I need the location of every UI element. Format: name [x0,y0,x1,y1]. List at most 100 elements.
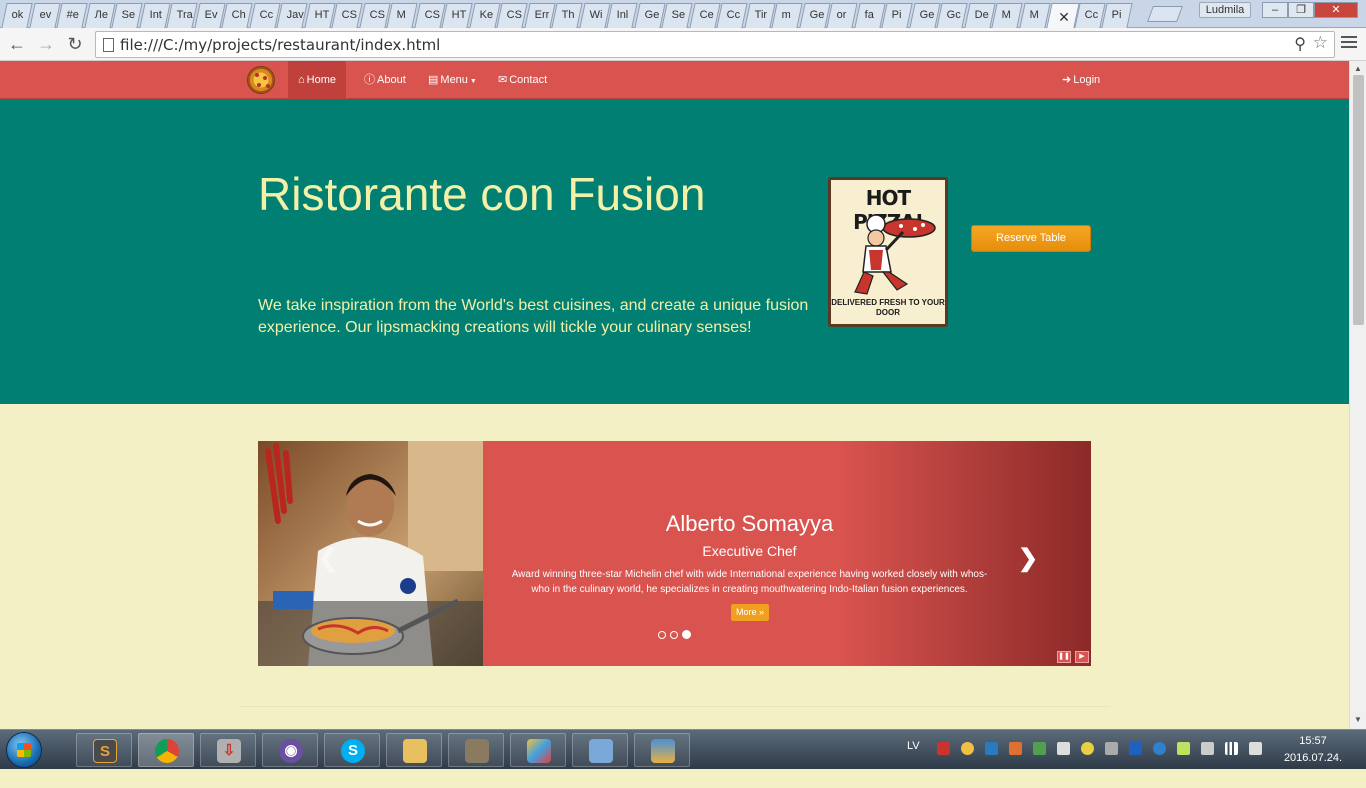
browser-tab[interactable]: De [963,3,996,28]
image-viewer-taskbar[interactable] [634,733,690,767]
gimp-taskbar[interactable] [448,733,504,767]
browser-tab[interactable]: Cc [248,3,281,28]
browser-tab[interactable]: Ce [688,3,721,28]
github-taskbar[interactable]: ◉ [262,733,318,767]
nav-home[interactable]: ⌂ Home [288,61,346,99]
browser-tab[interactable]: CS [496,3,528,28]
language-indicator[interactable]: LV [907,740,920,752]
explorer-taskbar[interactable] [386,733,442,767]
scrollbar-thumb[interactable] [1353,75,1364,325]
browser-menu-icon[interactable] [1341,34,1357,50]
carousel-play-icon[interactable]: ▶ [1075,651,1089,663]
browser-tab[interactable]: Int [138,3,171,28]
browser-tab[interactable]: Tir [743,3,776,28]
browser-tab[interactable]: Ge [798,3,831,28]
browser-tab[interactable]: Cc [716,3,748,28]
more-button[interactable]: More » [731,604,769,621]
tray-app-icon[interactable] [985,742,998,755]
browser-tab[interactable]: Tra [166,3,198,28]
reserve-table-button[interactable]: Reserve Table [971,225,1091,252]
browser-tab[interactable]: CS [358,3,391,28]
page-scrollbar[interactable]: ▲ ▼ [1349,61,1366,729]
carousel-indicator[interactable] [658,631,666,639]
nav-menu-dropdown[interactable]: ▤ Menu ▼ [418,61,487,99]
forward-icon[interactable]: → [35,34,57,56]
nav-contact[interactable]: ✉ Contact [488,61,557,99]
bluetooth-icon[interactable] [1129,742,1142,755]
nav-about[interactable]: ⓘ About [354,61,416,99]
profile-button[interactable]: Ludmila [1199,2,1251,18]
browser-tab[interactable]: Ev [193,3,226,28]
bookmark-star-icon[interactable]: ☆ [1313,33,1328,53]
browser-tab[interactable]: HT [441,3,473,28]
carousel-indicator-active[interactable] [682,630,691,639]
address-bar[interactable]: file:///C:/my/projects/restaurant/index.… [95,31,1335,58]
carousel-indicator[interactable] [670,631,678,639]
browser-tab[interactable]: Se [661,3,693,28]
skype-taskbar[interactable]: S [324,733,380,767]
browser-tab[interactable]: M [386,3,418,28]
tray-app-icon[interactable] [1177,742,1190,755]
browser-tab[interactable]: Ke [468,3,501,28]
browser-tab-active[interactable]: ✕ [1046,3,1080,28]
browser-tab[interactable]: Wi [578,3,611,28]
browser-tab[interactable]: Jav [276,3,308,28]
tray-app-icon[interactable] [1081,742,1094,755]
browser-tab[interactable]: Ge [908,3,941,28]
browser-tab[interactable]: Inl [606,3,638,28]
browser-tab[interactable]: Err [523,3,556,28]
browser-tab[interactable]: Ge [633,3,666,28]
screenshot-tool-taskbar[interactable] [572,733,628,767]
action-center-icon[interactable] [1105,742,1118,755]
tray-app-icon[interactable] [1009,742,1022,755]
browser-tab[interactable]: or [826,3,858,28]
browser-tab[interactable]: Ле [83,3,116,28]
back-icon[interactable]: ← [6,34,28,56]
browser-tab[interactable]: Se [111,3,143,28]
browser-tab[interactable]: CS [413,3,446,28]
installer-taskbar[interactable]: ⇩ [200,733,256,767]
restore-button[interactable]: ❐ [1288,2,1314,18]
browser-tab[interactable]: Gc [936,3,968,28]
browser-tab[interactable]: M [1018,3,1051,28]
minimize-button[interactable]: – [1262,2,1288,18]
carousel-pause-icon[interactable]: ❚❚ [1057,651,1071,663]
url-text[interactable]: file:///C:/my/projects/restaurant/index.… [120,36,440,54]
browser-tab[interactable]: CS [331,3,363,28]
clock-time[interactable]: 15:57 [1285,735,1341,747]
browser-tab[interactable]: Ch [221,3,253,28]
nav-login[interactable]: ➜ Login [1052,61,1110,99]
browser-tab[interactable]: Pi [881,3,913,28]
browser-tab[interactable]: HT [303,3,336,28]
restaurant-logo[interactable] [247,66,275,94]
browser-tab[interactable]: ok [1,3,33,28]
tray-app-icon[interactable] [1033,742,1046,755]
speaker-icon[interactable] [1249,742,1262,755]
browser-tab[interactable]: ev [28,3,61,28]
clock-date[interactable]: 2016.07.24. [1277,752,1349,764]
sublime-text-taskbar[interactable]: S [76,733,132,767]
tray-app-icon[interactable] [961,742,974,755]
browser-tab[interactable]: Pi [1101,3,1133,28]
browser-tab[interactable]: #e [56,3,88,28]
volume-mute-icon[interactable] [937,742,950,755]
browser-tab[interactable]: M [991,3,1023,28]
scroll-up-icon[interactable]: ▲ [1354,64,1362,73]
carousel-next-icon[interactable]: ❯ [1018,544,1038,573]
browser-tab[interactable]: fa [853,3,886,28]
paint-taskbar[interactable] [510,733,566,767]
zoom-icon[interactable]: ⚲ [1294,34,1306,54]
chrome-taskbar[interactable] [138,733,194,767]
tray-app-icon[interactable] [1057,742,1070,755]
power-icon[interactable] [1201,742,1214,755]
carousel-prev-icon[interactable]: ❮ [318,544,338,573]
scroll-down-icon[interactable]: ▼ [1354,715,1362,724]
sync-icon[interactable] [1153,742,1166,755]
start-button[interactable] [6,732,42,768]
network-signal-icon[interactable] [1225,742,1238,755]
browser-tab[interactable]: Th [551,3,583,28]
reload-icon[interactable]: ↻ [64,34,86,56]
browser-tab[interactable]: m [771,3,803,28]
close-window-button[interactable]: ✕ [1314,2,1358,18]
new-tab-button[interactable] [1147,6,1183,22]
